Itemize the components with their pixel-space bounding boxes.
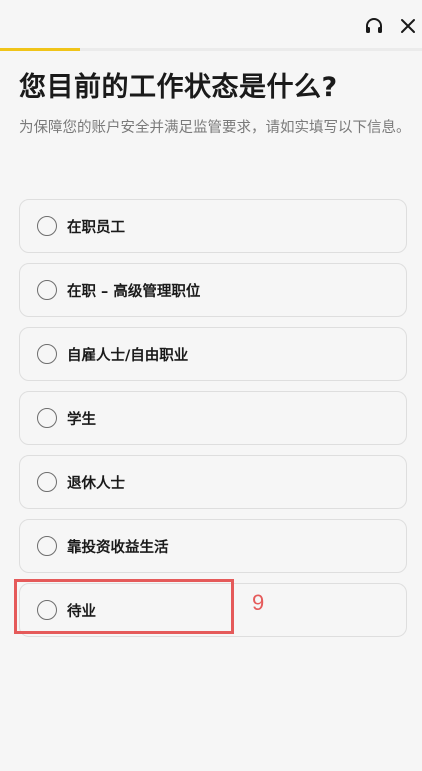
employment-status-options: 在职员工 在职 – 高级管理职位 自雇人士/自由职业 学生 退休人士 靠投资收益…: [14, 199, 407, 647]
option-investment-income[interactable]: 靠投资收益生活: [19, 519, 407, 573]
radio-circle-icon[interactable]: [37, 216, 57, 236]
option-label: 退休人士: [67, 475, 125, 492]
option-label: 待业: [67, 603, 96, 620]
radio-circle-icon[interactable]: [37, 344, 57, 364]
option-retired[interactable]: 退休人士: [19, 455, 407, 509]
close-icon-graphic: [401, 19, 415, 33]
option-label: 在职员工: [67, 219, 125, 236]
radio-circle-icon[interactable]: [37, 280, 57, 300]
option-label: 学生: [67, 411, 96, 428]
progress-bar-fill: [0, 48, 81, 51]
page-title: 您目前的工作状态是什么?: [19, 72, 338, 103]
annotation-number: 9: [252, 590, 265, 615]
option-unemployed[interactable]: 待业 9: [14, 579, 407, 637]
radio-circle-icon[interactable]: [37, 536, 57, 556]
top-bar: [0, 0, 422, 51]
radio-circle-icon[interactable]: [37, 408, 57, 428]
radio-circle-icon[interactable]: [37, 600, 57, 620]
close-icon[interactable]: [396, 14, 420, 38]
progress-bar: [0, 48, 422, 51]
option-senior-management[interactable]: 在职 – 高级管理职位: [19, 263, 407, 317]
option-label: 在职 – 高级管理职位: [67, 283, 201, 300]
page-subtitle: 为保障您的账户安全并满足监管要求，请如实填写以下信息。: [19, 120, 411, 136]
headset-icon[interactable]: [362, 14, 386, 38]
headset-icon-graphic: [366, 18, 382, 33]
option-label: 自雇人士/自由职业: [67, 347, 189, 364]
option-employed[interactable]: 在职员工: [19, 199, 407, 253]
radio-circle-icon[interactable]: [37, 472, 57, 492]
option-self-employed[interactable]: 自雇人士/自由职业: [19, 327, 407, 381]
option-student[interactable]: 学生: [19, 391, 407, 445]
option-label: 靠投资收益生活: [67, 539, 169, 556]
